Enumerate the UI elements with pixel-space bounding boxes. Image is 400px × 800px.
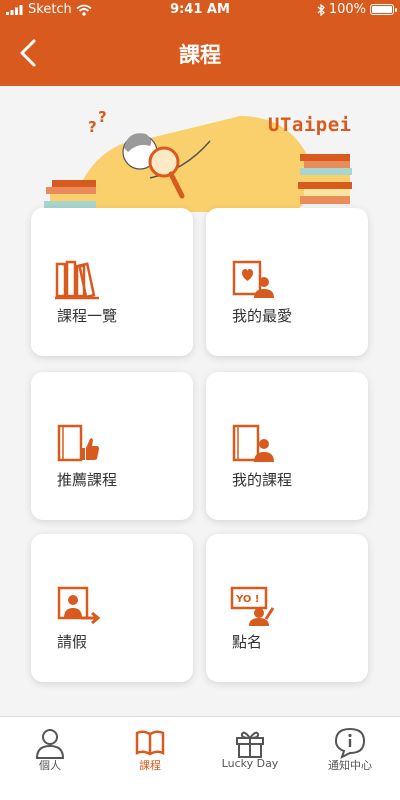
nav-bar: 課程 [0, 20, 400, 86]
card-label: 點名 [232, 633, 263, 651]
card-label: 推薦課程 [57, 471, 118, 489]
info-chat-icon [334, 727, 366, 759]
favorite-person-icon [232, 260, 274, 298]
tab-label: Lucky Day [221, 757, 279, 770]
card-label: 我的最愛 [232, 307, 293, 325]
card-label: 課程一覽 [57, 307, 118, 325]
svg-text:YO !: YO ! [235, 594, 259, 605]
card-label: 我的課程 [232, 471, 293, 489]
roll-call-icon: YO ! [230, 586, 275, 626]
svg-text:?: ? [88, 118, 97, 136]
battery-percent: 100% [328, 2, 366, 17]
tab-lucky-day[interactable]: Lucky Day [200, 717, 300, 800]
person-icon [35, 729, 65, 759]
bluetooth-icon [317, 3, 325, 16]
tab-label: 課程 [139, 759, 161, 772]
card-leave[interactable]: 請假 [31, 534, 193, 682]
svg-text:?: ? [98, 108, 107, 126]
brand-logo: UTaipei [268, 114, 352, 136]
tab-label: 通知中心 [328, 759, 372, 772]
page-title: 課程 [179, 43, 221, 67]
banner-illustration: ? ? [44, 108, 352, 212]
books-icon [55, 260, 99, 300]
card-course-list[interactable]: 課程一覽 [31, 208, 193, 356]
book-icon [135, 730, 165, 756]
thumbs-up-book-icon [57, 424, 99, 462]
card-favorites[interactable]: 我的最愛 [206, 208, 368, 356]
battery-icon [370, 4, 397, 15]
status-right: 100% [317, 2, 397, 17]
tab-personal[interactable]: 個人 [0, 717, 100, 800]
tab-bar: 個人 課程 Lucky Day 通知中心 [0, 716, 400, 800]
tab-notifications[interactable]: 通知中心 [300, 717, 400, 800]
card-recommended[interactable]: 推薦課程 [31, 372, 193, 520]
tab-label: 個人 [39, 759, 61, 772]
card-my-courses[interactable]: 我的課程 [206, 372, 368, 520]
card-roll-call[interactable]: YO ! 點名 [206, 534, 368, 682]
person-book-icon [232, 424, 274, 462]
card-label: 請假 [57, 633, 88, 651]
leave-icon [57, 586, 101, 625]
status-bar: Sketch 9:41 AM 100% [0, 0, 400, 20]
gift-icon [236, 731, 264, 758]
tab-courses[interactable]: 課程 [100, 717, 200, 800]
